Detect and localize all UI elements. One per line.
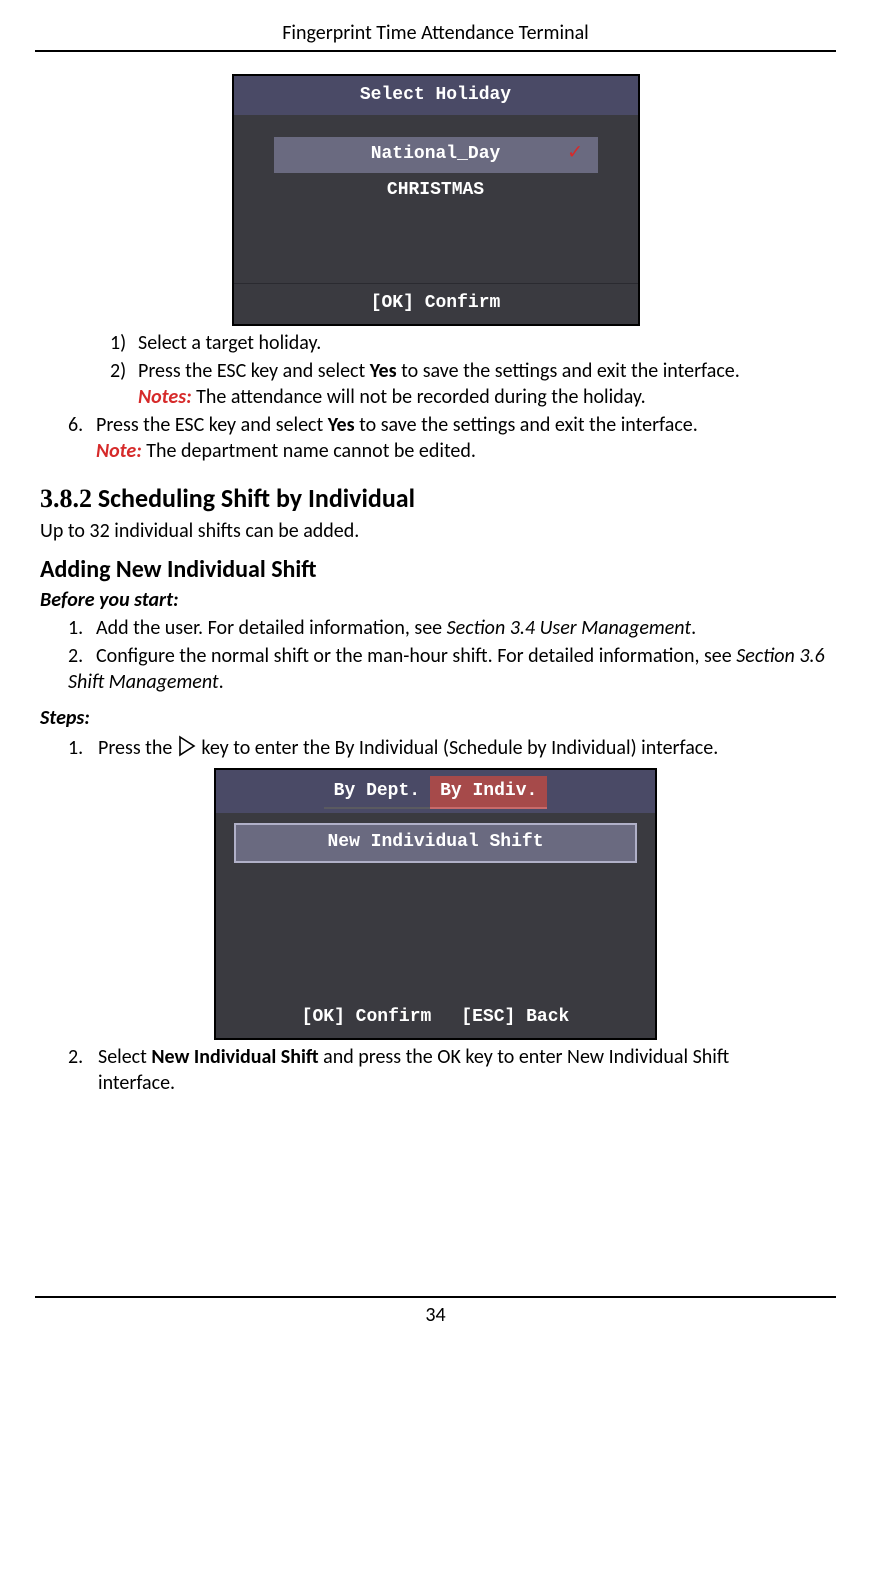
right-triangle-icon <box>177 735 197 764</box>
step-text: and press the OK key to enter New Indivi… <box>319 1045 730 1069</box>
step-text: Select <box>98 1045 151 1069</box>
terminal-tabbar: By Dept. By Indiv. <box>216 770 655 813</box>
notes-label: Notes: <box>138 385 192 409</box>
before-you-start-list: 1.Add the user. For detailed information… <box>68 615 831 695</box>
intro-text: Up to 32 individual shifts can be added. <box>40 518 831 544</box>
heading-number: 3.8.2 <box>40 484 92 513</box>
note-text: The department name cannot be edited. <box>142 439 476 463</box>
terminal-row-selected: National_Day ✓ <box>274 137 598 172</box>
main-step-6: 6.Press the ESC key and select Yes to sa… <box>68 412 831 464</box>
step-2-line: 2.Select New Individual Shift and press … <box>68 1044 831 1070</box>
step-text: Select a target holiday. <box>138 331 321 355</box>
terminal-list-item-selected: New Individual Shift <box>234 823 637 862</box>
sub-steps-list: 1)Select a target holiday. 2)Press the E… <box>110 330 831 410</box>
bys-step-1: 1.Add the user. For detailed information… <box>68 615 831 641</box>
step-number: 2. <box>68 1044 98 1070</box>
bold-text: Yes <box>370 359 397 383</box>
before-you-start-label: Before you start: <box>40 587 831 613</box>
step-text: . <box>691 616 696 640</box>
bold-text: New Individual Shift <box>151 1045 318 1069</box>
step-text: to save the settings and exit the interf… <box>397 359 740 383</box>
step-2-continuation: interface. <box>98 1070 831 1096</box>
tab-by-dept: By Dept. <box>324 776 430 809</box>
heading-adding-shift: Adding New Individual Shift <box>40 554 831 585</box>
step-number: 1. <box>68 615 96 641</box>
step-1-line: 1.Press the key to enter the By Individu… <box>68 735 831 764</box>
notes-text: The attendance will not be recorded duri… <box>192 385 646 409</box>
step-number: 1) <box>110 330 138 356</box>
step-number: 2) <box>110 358 138 384</box>
steps-label: Steps: <box>40 705 831 731</box>
step-number: 6. <box>68 412 96 438</box>
terminal-item-label: National_Day <box>371 144 501 164</box>
document-header: Fingerprint Time Attendance Terminal <box>35 20 836 52</box>
heading-3-8-2: 3.8.2 Scheduling Shift by Individual <box>40 482 831 516</box>
step-text: Add the user. For detailed information, … <box>96 616 447 640</box>
terminal-screenshot-by-individual: By Dept. By Indiv. New Individual Shift … <box>214 768 657 1040</box>
terminal-row: CHRISTMAS <box>234 173 638 208</box>
step-text: . <box>219 670 224 694</box>
step-number: 1. <box>68 735 98 761</box>
terminal-footer: [OK] Confirm [ESC] Back <box>216 998 655 1037</box>
terminal-footer-esc: [ESC] Back <box>461 1006 569 1029</box>
italic-ref: Section 3.4 User Management <box>447 616 691 640</box>
check-icon: ✓ <box>568 139 581 168</box>
terminal-body: National_Day ✓ CHRISTMAS <box>234 115 638 283</box>
page-number: 34 <box>35 1296 836 1328</box>
terminal-body: New Individual Shift <box>216 813 655 998</box>
tab-by-indiv: By Indiv. <box>430 776 547 809</box>
step-text: Press the ESC key and select <box>138 359 370 383</box>
step-text: key to enter the By Individual (Schedule… <box>197 736 718 760</box>
terminal-screenshot-select-holiday: Select Holiday National_Day ✓ CHRISTMAS … <box>232 74 640 326</box>
terminal-title: Select Holiday <box>234 76 638 115</box>
terminal-footer: [OK] Confirm <box>234 283 638 323</box>
step-number: 2. <box>68 643 96 669</box>
step-text: to save the settings and exit the interf… <box>355 413 698 437</box>
note-label: Note: <box>96 439 142 463</box>
heading-title: Scheduling Shift by Individual <box>92 482 415 514</box>
terminal-footer-ok: [OK] Confirm <box>302 1006 432 1029</box>
step-text: Configure the normal shift or the man-ho… <box>96 644 736 668</box>
sub-step-1: 1)Select a target holiday. <box>110 330 831 356</box>
main-steps-list: 6.Press the ESC key and select Yes to sa… <box>68 412 831 464</box>
bold-text: Yes <box>328 413 355 437</box>
step-text: Press the ESC key and select <box>96 413 328 437</box>
step-text: Press the <box>98 736 177 760</box>
sub-step-2: 2)Press the ESC key and select Yes to sa… <box>110 358 831 410</box>
bys-step-2: 2.Configure the normal shift or the man-… <box>68 643 831 695</box>
